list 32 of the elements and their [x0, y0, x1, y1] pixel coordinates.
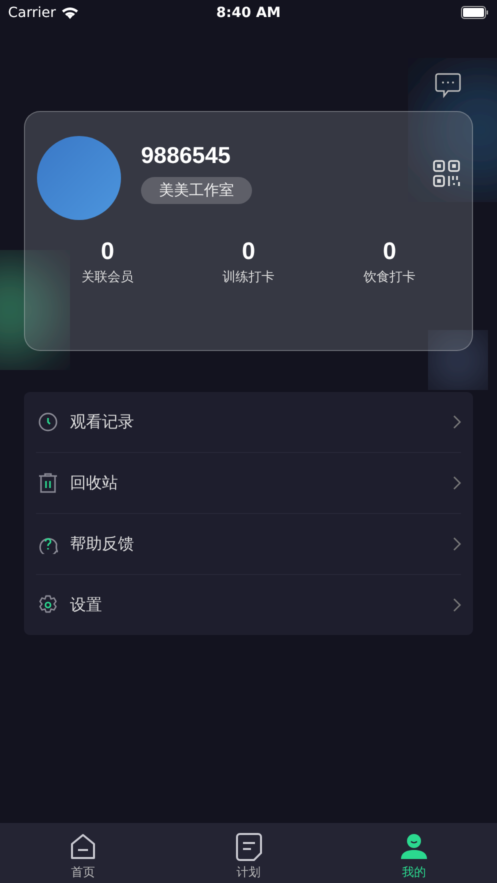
- stat-label: 饮食打卡: [364, 269, 416, 286]
- time-label: 8:40 AM: [216, 4, 281, 20]
- stat-value: 0: [242, 238, 256, 266]
- home-icon: [68, 833, 97, 861]
- carrier-label: Carrier: [8, 4, 56, 20]
- settings-icon: [38, 595, 58, 615]
- studio-tag: 美美工作室: [141, 177, 252, 204]
- message-icon[interactable]: [435, 73, 461, 98]
- wifi-icon: [60, 6, 79, 19]
- stat-value: 0: [100, 238, 114, 266]
- chevron-icon: [453, 415, 461, 429]
- menu-item[interactable]: 回收站: [36, 453, 461, 514]
- stat-label: 训练打卡: [222, 269, 274, 286]
- menu-item[interactable]: 帮助反馈: [36, 514, 461, 575]
- menu-item[interactable]: 观看记录: [36, 392, 461, 453]
- tab[interactable]: 计划: [166, 823, 332, 882]
- chevron-icon: [453, 598, 461, 612]
- tab[interactable]: 首页: [0, 823, 166, 882]
- stat-label: 关联会员: [82, 269, 134, 286]
- menu-item[interactable]: 设置: [36, 575, 461, 635]
- document-icon: [236, 833, 262, 861]
- battery-icon: [461, 6, 489, 19]
- trash-icon: [38, 473, 58, 493]
- chevron-icon: [453, 476, 461, 490]
- user-icon: [400, 833, 428, 861]
- chevron-icon: [453, 537, 461, 551]
- stat-value: 0: [382, 238, 396, 266]
- light-blob: [433, 335, 483, 385]
- clock-icon: [38, 412, 58, 432]
- qr-code-icon[interactable]: [433, 160, 460, 187]
- user-id: 9886545: [141, 142, 231, 169]
- tab[interactable]: 我的: [331, 823, 497, 882]
